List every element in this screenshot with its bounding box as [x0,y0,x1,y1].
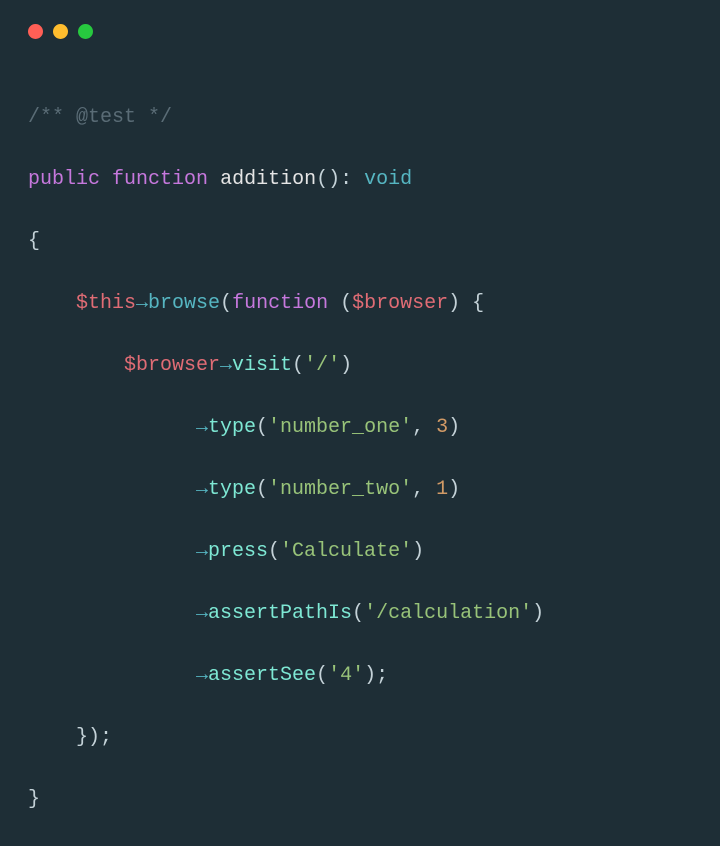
function-name: addition [220,168,316,191]
maximize-icon[interactable] [78,24,93,39]
number-1: 1 [436,478,448,501]
method-press: press [208,540,268,563]
closure-close: }); [76,726,112,749]
window-controls [28,24,692,39]
string-visit: '/' [304,354,340,377]
method-type: type [208,478,256,501]
string-calculate: 'Calculate' [280,540,412,563]
string-calculation: '/calculation' [364,602,532,625]
method-browse: browse [148,292,220,315]
method-assertsee: assertSee [208,664,316,687]
close-icon[interactable] [28,24,43,39]
method-type: type [208,416,256,439]
var-browser: $browser [352,292,448,315]
comment: /** @test */ [28,106,172,129]
method-visit: visit [232,354,292,377]
brace-close: } [28,788,40,811]
number-3: 3 [436,416,448,439]
brace-open: { [28,230,40,253]
return-type: void [364,168,412,191]
method-assertpathis: assertPathIs [208,602,352,625]
code-block: /** @test */ public function addition():… [28,71,692,846]
keyword-public: public [28,168,100,191]
var-this: $this [76,292,136,315]
string-number-one: 'number_one' [268,416,412,439]
keyword-closure: function [232,292,328,315]
string-4: '4' [328,664,364,687]
minimize-icon[interactable] [53,24,68,39]
keyword-function: function [112,168,208,191]
var-browser: $browser [124,354,220,377]
string-number-two: 'number_two' [268,478,412,501]
